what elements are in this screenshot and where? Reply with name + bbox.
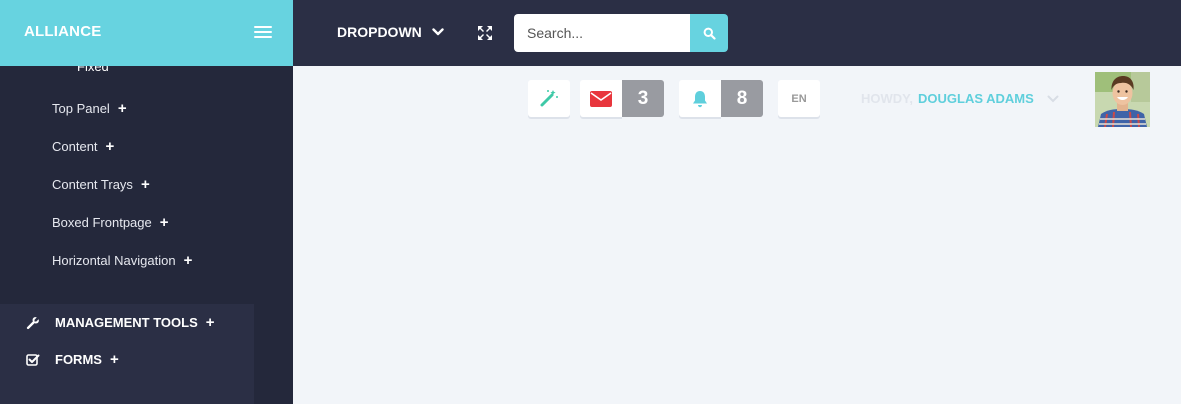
top-navbar: DROPDOWN xyxy=(293,0,1181,66)
expand-plus-icon: + xyxy=(159,214,169,231)
messages-button[interactable]: 3 xyxy=(580,80,664,117)
menu-toggle-icon[interactable] xyxy=(254,26,272,40)
greeting-text: HOWDY, xyxy=(861,91,913,106)
bell-icon xyxy=(693,90,707,107)
language-selector[interactable]: EN xyxy=(778,80,820,117)
sidebar-item-label: Boxed Frontpage xyxy=(52,215,152,230)
sidebar: Fixed Top Panel + Content + Content Tray… xyxy=(0,66,293,404)
sidebar-item-content-trays[interactable]: Content Trays + xyxy=(52,177,150,192)
expand-plus-icon: + xyxy=(205,314,215,331)
user-name: DOUGLAS ADAMS xyxy=(918,91,1034,106)
sidebar-item-label: FORMS xyxy=(55,352,102,367)
user-avatar-image xyxy=(1095,72,1150,127)
search-input[interactable] xyxy=(514,14,690,52)
magic-wand-icon xyxy=(540,90,558,107)
dropdown-menu-button[interactable]: DROPDOWN xyxy=(337,24,444,40)
notifications-icon-box xyxy=(679,80,721,117)
sidebar-item-boxed-frontpage[interactable]: Boxed Frontpage + xyxy=(52,215,169,230)
expand-plus-icon: + xyxy=(109,351,119,368)
sidebar-item-fixed[interactable]: Fixed xyxy=(77,66,109,74)
notifications-button[interactable]: 8 xyxy=(679,80,763,117)
sidebar-item-label: Horizontal Navigation xyxy=(52,253,176,268)
notifications-count-badge: 8 xyxy=(721,80,763,117)
sidebar-item-forms[interactable]: FORMS + xyxy=(26,352,119,367)
sidebar-item-label: Content xyxy=(52,139,98,154)
brand-bar: ALLIANCE xyxy=(0,0,293,66)
wrench-icon xyxy=(26,316,39,329)
user-menu[interactable]: HOWDY, DOUGLAS ADAMS xyxy=(861,91,1059,106)
magic-wand-button[interactable] xyxy=(528,80,570,117)
dropdown-label: DROPDOWN xyxy=(337,24,422,40)
search-icon xyxy=(703,27,716,40)
expand-plus-icon: + xyxy=(183,252,193,269)
sidebar-item-management-tools[interactable]: MANAGEMENT TOOLS + xyxy=(26,315,215,330)
checkbox-icon xyxy=(26,353,40,366)
chevron-down-icon xyxy=(432,28,444,36)
search-box xyxy=(514,14,728,52)
sidebar-main-group: MANAGEMENT TOOLS + FORMS + xyxy=(0,304,254,404)
brand-logo-text[interactable]: ALLIANCE xyxy=(24,23,101,40)
messages-icon-box xyxy=(580,80,622,117)
sidebar-item-top-panel[interactable]: Top Panel + xyxy=(52,101,127,116)
expand-plus-icon: + xyxy=(105,138,115,155)
envelope-icon xyxy=(590,90,612,107)
expand-plus-icon: + xyxy=(140,176,150,193)
sidebar-item-content[interactable]: Content + xyxy=(52,139,114,154)
chevron-down-icon xyxy=(1047,95,1059,102)
sidebar-item-horizontal-navigation[interactable]: Horizontal Navigation + xyxy=(52,253,192,268)
expand-plus-icon: + xyxy=(117,100,127,117)
sidebar-item-label: Content Trays xyxy=(52,177,133,192)
search-button[interactable] xyxy=(690,14,728,52)
messages-count-badge: 3 xyxy=(622,80,664,117)
sidebar-item-label: Top Panel xyxy=(52,101,110,116)
sidebar-item-label: MANAGEMENT TOOLS xyxy=(55,315,198,330)
fullscreen-icon[interactable] xyxy=(477,25,493,41)
avatar[interactable] xyxy=(1095,72,1150,127)
